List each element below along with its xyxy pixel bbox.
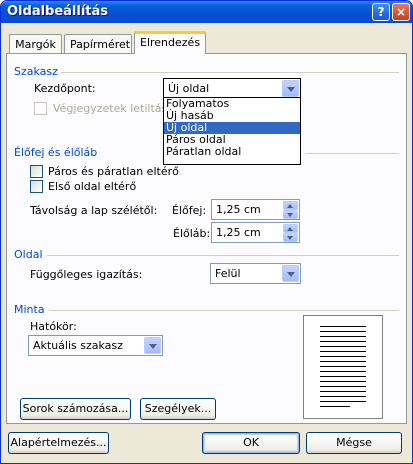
tab-layout[interactable]: Elrendezés: [134, 31, 206, 54]
distance-label: Távolság a lap szélétől:: [30, 204, 158, 217]
header-distance-label: Élőfej:: [172, 204, 207, 217]
first-page-checkbox[interactable]: [30, 180, 43, 193]
tab-paper-size[interactable]: Papírméret: [64, 34, 132, 54]
preview-line: [320, 391, 366, 392]
preview-group-title: Minta: [14, 303, 45, 316]
page-setup-dialog: Oldalbeállítás ? × Margók Papírméret Elr…: [0, 0, 413, 464]
first-page-label: Első oldal eltérő: [48, 180, 137, 193]
spin-up-icon[interactable]: [283, 224, 298, 233]
window-title: Oldalbeállítás: [7, 4, 109, 19]
preview-line: [320, 361, 366, 362]
borders-button[interactable]: Szegélyek...: [140, 398, 216, 420]
preview-line: [320, 376, 366, 377]
preview-line: [320, 406, 350, 407]
footer-distance-spinner[interactable]: 1,25 cm: [211, 222, 300, 243]
help-button[interactable]: ?: [372, 3, 390, 21]
preview-line: [320, 381, 366, 382]
ok-button[interactable]: OK: [202, 432, 300, 454]
page-group-title: Oldal: [14, 248, 43, 261]
tab-margins[interactable]: Margók: [9, 34, 62, 54]
suppress-endnotes-checkbox: [34, 102, 47, 115]
section-start-dropdown[interactable]: Új oldal: [163, 78, 301, 99]
preview-line: [320, 336, 366, 337]
close-button[interactable]: ×: [392, 3, 410, 21]
section-divider: [61, 72, 399, 73]
apply-to-dropdown[interactable]: Aktuális szakasz: [28, 335, 163, 356]
preview-line: [320, 396, 366, 397]
header-distance-spinner[interactable]: 1,25 cm: [211, 199, 300, 220]
vertical-align-dropdown[interactable]: Felül: [210, 263, 301, 284]
odd-even-checkbox[interactable]: [30, 165, 43, 178]
section-start-value: Új oldal: [168, 82, 210, 95]
spin-down-icon[interactable]: [283, 210, 298, 219]
section-start-list[interactable]: Folyamatos Új hasáb Új oldal Páros oldal…: [163, 97, 301, 165]
preview-line: [320, 326, 366, 327]
chevron-down-icon[interactable]: [282, 80, 299, 97]
default-button[interactable]: Alapértelmezés...: [8, 432, 109, 454]
preview-line: [320, 356, 366, 357]
page-preview: [303, 315, 383, 419]
chevron-down-icon[interactable]: [282, 265, 299, 282]
vertical-align-value: Felül: [215, 267, 241, 280]
line-numbers-button[interactable]: Sorok számozása...: [20, 398, 131, 420]
footer-distance-value: 1,25 cm: [216, 226, 261, 239]
header-distance-value: 1,25 cm: [216, 203, 261, 216]
footer-distance-label: Élőláb:: [173, 227, 211, 240]
odd-even-label: Páros és páratlan eltérő: [48, 165, 179, 178]
page-divider: [47, 255, 399, 256]
preview-line: [320, 341, 366, 342]
preview-line: [320, 371, 366, 372]
chevron-down-icon[interactable]: [144, 337, 161, 354]
cancel-button[interactable]: Mégse: [306, 432, 402, 454]
preview-line: [320, 386, 366, 387]
vertical-align-label: Függőleges igazítás:: [30, 268, 143, 281]
preview-divider: [49, 310, 399, 311]
spin-up-icon[interactable]: [283, 201, 298, 210]
preview-line: [320, 346, 366, 347]
suppress-endnotes-label: Végjegyzetek letiltása: [53, 102, 174, 115]
list-item[interactable]: Páratlan oldal: [164, 146, 300, 158]
preview-line: [320, 366, 366, 367]
apply-to-value: Aktuális szakasz: [33, 339, 123, 352]
title-bar[interactable]: Oldalbeállítás ? ×: [1, 1, 412, 23]
section-group-title: Szakasz: [14, 65, 58, 78]
spin-down-icon[interactable]: [283, 233, 298, 242]
headers-footers-title: Élőfej és élőláb: [14, 146, 98, 159]
apply-to-label: Hatókör:: [30, 320, 77, 333]
preview-line: [320, 331, 366, 332]
headers-footers-divider: [305, 153, 399, 154]
preview-line: [320, 351, 366, 352]
preview-line: [320, 401, 366, 402]
section-start-label: Kezdőpont:: [34, 82, 96, 95]
